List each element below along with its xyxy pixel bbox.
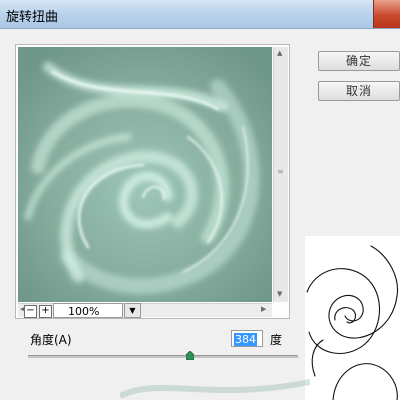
angle-label: 角度(A) xyxy=(30,333,72,347)
twirl-dialog: 旋转扭曲 ▲ ≡ ▼ ◀ ▶ − + 100% ▼ 确定 取消 角度(A) 38… xyxy=(0,0,400,400)
title-bar[interactable]: 旋转扭曲 xyxy=(0,0,400,29)
angle-input[interactable]: 384 xyxy=(231,330,263,347)
zoom-out-icon[interactable]: − xyxy=(24,305,37,318)
twirl-curve-thumbnail xyxy=(305,236,400,400)
degree-unit-label: 度 xyxy=(270,333,283,347)
dropdown-arrow-icon[interactable]: ▼ xyxy=(124,303,141,318)
cancel-button[interactable]: 取消 xyxy=(318,81,400,101)
window-title: 旋转扭曲 xyxy=(6,10,59,25)
zoom-level-field[interactable]: 100% xyxy=(53,303,123,318)
vertical-scrollbar[interactable]: ▲ ≡ ▼ xyxy=(273,47,288,302)
scroll-right-icon[interactable]: ▶ xyxy=(261,306,266,313)
angle-slider-track[interactable] xyxy=(28,355,298,358)
slider-thumb-icon[interactable] xyxy=(186,351,194,360)
ok-button[interactable]: 确定 xyxy=(318,51,400,71)
background-swirl xyxy=(120,379,310,399)
preview-image[interactable] xyxy=(18,47,272,302)
close-icon[interactable] xyxy=(373,0,400,28)
angle-value: 384 xyxy=(234,333,257,346)
scroll-down-icon[interactable]: ▼ xyxy=(277,291,282,298)
scroll-grip-icon: ≡ xyxy=(277,167,284,176)
scroll-up-icon[interactable]: ▲ xyxy=(277,50,282,57)
preview-panel: ▲ ≡ ▼ ◀ ⦀ ▶ xyxy=(15,44,290,319)
zoom-in-icon[interactable]: + xyxy=(39,305,52,318)
